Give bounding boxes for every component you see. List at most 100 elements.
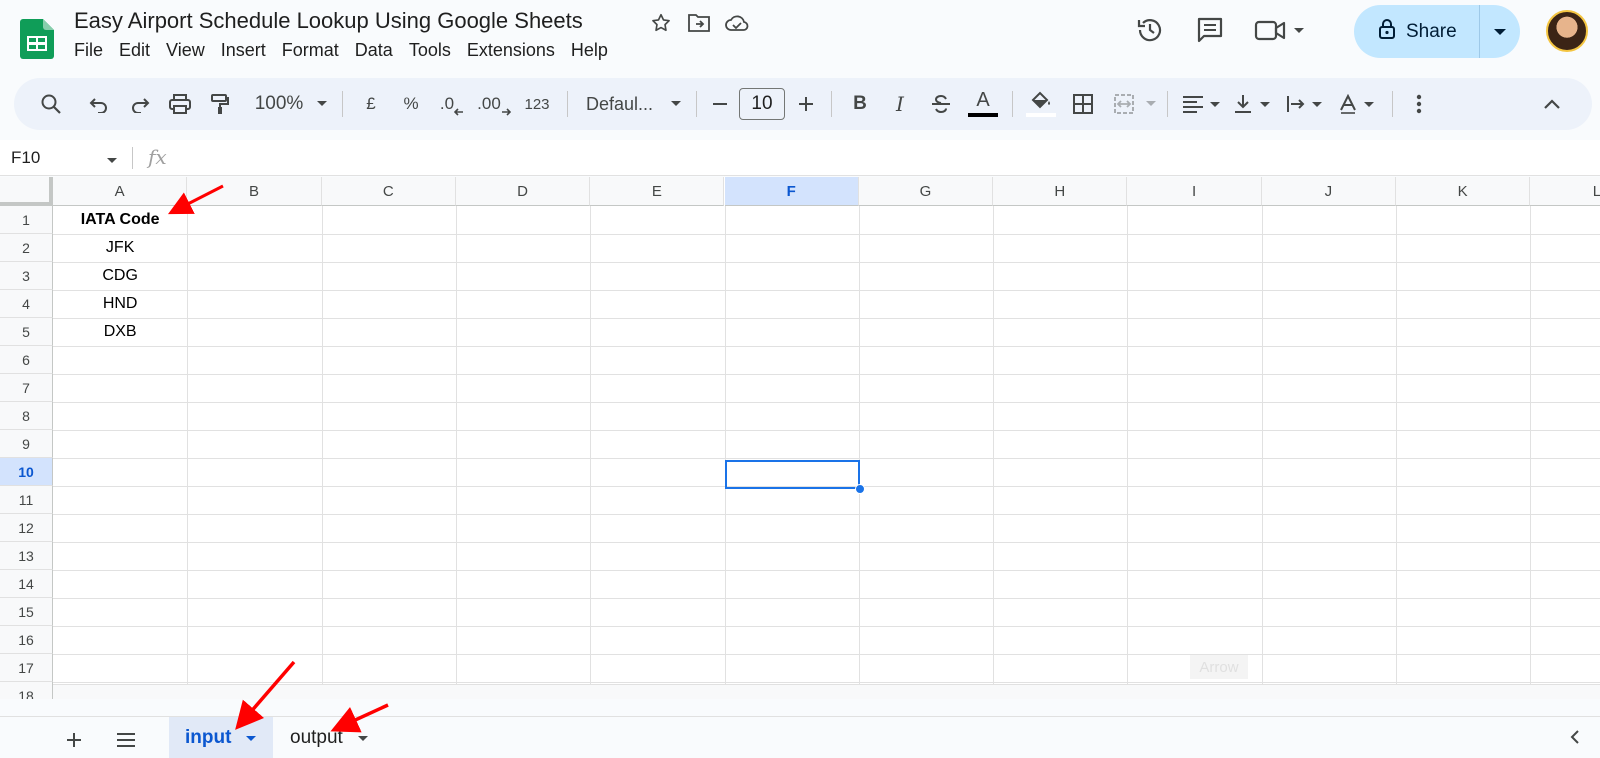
format-percent-button[interactable]: % [391,87,431,121]
horizontal-scrollbar[interactable] [53,684,1600,699]
row-header-9[interactable]: 9 [0,430,53,458]
column-header-l[interactable]: L [1530,177,1600,206]
zoom-dropdown-icon[interactable] [310,87,334,121]
zoom-select[interactable]: 100% [248,87,310,121]
column-header-i[interactable]: I [1127,177,1262,206]
name-box[interactable]: F10 [11,148,40,168]
sheet-tab-dropdown-icon[interactable] [245,727,257,749]
menu-help[interactable]: Help [563,38,616,63]
row-header-2[interactable]: 2 [0,234,53,262]
column-header-a[interactable]: A [53,177,188,206]
column-header-h[interactable]: H [993,177,1128,206]
bold-button[interactable]: B [840,87,880,121]
sheets-logo-icon[interactable] [20,19,54,59]
row-header-18[interactable]: 18 [0,682,53,699]
horizontal-align-icon[interactable] [1176,87,1228,121]
row-header-10[interactable]: 10 [0,458,53,486]
column-header-j[interactable]: J [1261,177,1396,206]
increase-decimal-button[interactable]: .00 [473,87,515,121]
borders-icon[interactable] [1061,87,1105,121]
menu-extensions[interactable]: Extensions [459,38,563,63]
spreadsheet-grid[interactable]: A B C D E F G H I J K L 1 2 3 4 5 6 7 8 9 10 11 12 13 14 15 16 17 18 I… [0,177,1600,699]
row-header-4[interactable]: 4 [0,290,53,318]
star-icon[interactable] [648,10,674,36]
menu-format[interactable]: Format [274,38,347,63]
merge-dropdown-icon[interactable] [1143,87,1159,121]
row-header-15[interactable]: 15 [0,598,53,626]
cell-a1[interactable]: IATA Code [53,206,187,234]
column-header-f[interactable]: F [724,177,859,206]
redo-icon[interactable] [122,87,158,121]
column-header-d[interactable]: D [455,177,591,206]
more-formats-button[interactable]: 123 [515,87,559,121]
text-color-button[interactable]: A [962,87,1004,121]
row-header-14[interactable]: 14 [0,570,53,598]
cloud-saved-icon[interactable] [724,10,750,36]
cell-a3[interactable]: CDG [53,262,187,290]
version-history-icon[interactable] [1130,12,1170,48]
decrease-font-size-icon[interactable] [705,87,735,121]
row-header-5[interactable]: 5 [0,318,53,346]
row-header-11[interactable]: 11 [0,486,53,514]
fill-color-icon[interactable] [1021,87,1061,121]
select-all-corner[interactable] [0,177,53,206]
cell-a4[interactable]: HND [53,290,187,318]
text-rotation-icon[interactable] [1332,87,1384,121]
sheet-tab-output[interactable]: output [274,717,385,758]
menu-tools[interactable]: Tools [401,38,459,63]
column-header-c[interactable]: C [321,177,456,206]
share-dropdown-icon[interactable] [1480,27,1520,37]
meet-icon[interactable] [1250,12,1310,48]
row-header-16[interactable]: 16 [0,626,53,654]
undo-icon[interactable] [76,87,122,121]
print-icon[interactable] [158,87,202,121]
row-header-8[interactable]: 8 [0,402,53,430]
row-header-17[interactable]: 17 [0,654,53,682]
menu-view[interactable]: View [158,38,213,63]
strikethrough-icon[interactable] [920,87,962,121]
column-header-e[interactable]: E [590,177,725,206]
column-header-k[interactable]: K [1396,177,1531,206]
more-options-icon[interactable] [1401,87,1437,121]
row-header-6[interactable]: 6 [0,346,53,374]
hide-menus-chevron-icon[interactable] [1532,87,1572,121]
menu-file[interactable]: File [66,38,111,63]
font-dropdown-icon[interactable] [664,87,688,121]
document-title[interactable]: Easy Airport Schedule Lookup Using Googl… [74,8,583,34]
all-sheets-menu-icon[interactable] [111,725,141,755]
format-currency-button[interactable]: £ [351,87,391,121]
sheet-tab-input[interactable]: input [169,717,274,758]
font-size-input[interactable]: 10 [739,88,785,120]
menu-data[interactable]: Data [347,38,401,63]
increase-font-size-icon[interactable] [789,87,823,121]
row-header-1[interactable]: 1 [0,206,53,234]
row-header-13[interactable]: 13 [0,542,53,570]
collapse-sidebar-chevron-icon[interactable] [1570,729,1580,750]
move-to-folder-icon[interactable] [686,10,712,36]
cell-a5[interactable]: DXB [53,318,187,346]
column-header-g[interactable]: G [858,177,994,206]
row-header-12[interactable]: 12 [0,514,53,542]
account-avatar[interactable] [1546,10,1588,52]
fill-handle[interactable] [855,484,865,494]
menu-edit[interactable]: Edit [111,38,158,63]
paint-format-icon[interactable] [202,87,238,121]
cell-a2[interactable]: JFK [53,234,187,262]
menu-insert[interactable]: Insert [213,38,274,63]
sheet-tab-dropdown-icon[interactable] [357,727,369,749]
row-header-3[interactable]: 3 [0,262,53,290]
decrease-decimal-button[interactable]: .0 [431,87,473,121]
selected-cell-f10[interactable] [725,460,860,489]
comments-icon[interactable] [1190,12,1230,48]
font-family-select[interactable]: Defaul... [576,87,664,121]
add-sheet-icon[interactable] [59,725,89,755]
search-menus-icon[interactable] [36,87,66,121]
merge-cells-icon[interactable] [1105,87,1143,121]
share-button[interactable]: Share [1354,5,1520,58]
name-box-dropdown-icon[interactable] [106,152,118,170]
vertical-align-icon[interactable] [1228,87,1280,121]
row-header-7[interactable]: 7 [0,374,53,402]
text-wrapping-icon[interactable] [1280,87,1332,121]
column-header-b[interactable]: B [187,177,322,206]
italic-button[interactable]: I [880,87,920,121]
